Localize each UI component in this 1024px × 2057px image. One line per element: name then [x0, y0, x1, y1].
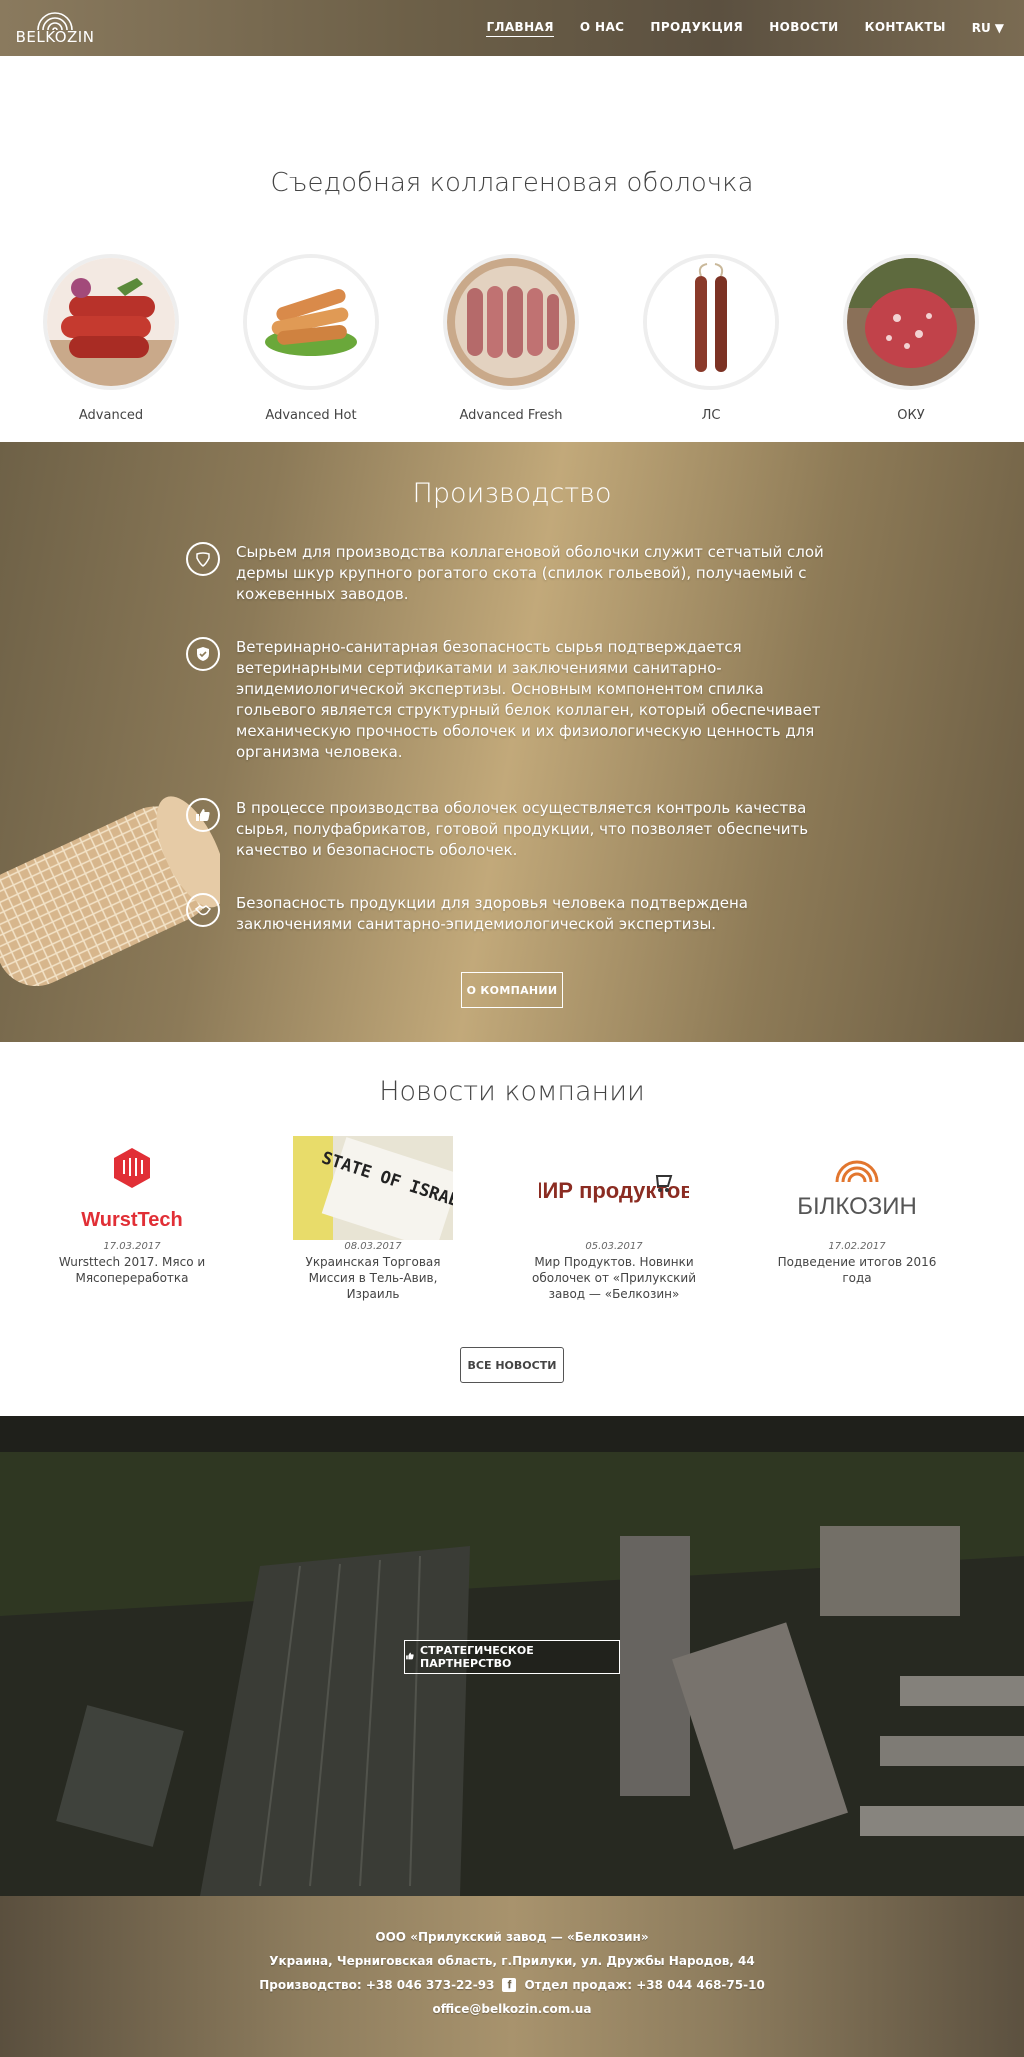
casing-oku[interactable]: ОКУ: [831, 254, 991, 423]
all-news-button[interactable]: ВСЕ НОВОСТИ: [460, 1347, 564, 1383]
news-date: 05.03.2017: [585, 1241, 643, 1252]
production-text: Ветеринарно-санитарная безопасность сырь…: [236, 638, 821, 761]
casing-label: ЛС: [701, 408, 721, 423]
production-title: Производство: [412, 478, 612, 509]
logo-arcs-icon: [37, 12, 73, 30]
casings-title: Съедобная коллагеновая оболочка: [270, 168, 754, 198]
site-footer: ООО «Прилукский завод — «Белкозин» Украи…: [0, 1896, 1024, 2057]
news-title-text: Wursttech 2017. Мясо и Мясопереработка: [58, 1255, 206, 1285]
casing-label: ОКУ: [897, 408, 925, 423]
news-section: Новости компании WurstTech 17.03.2017 Wu…: [0, 1042, 1024, 1416]
casing-advanced-hot[interactable]: Advanced Hot: [231, 254, 391, 423]
news-title: Новости компании: [379, 1076, 645, 1107]
news-thumbnail: БІЛКОЗИН: [777, 1136, 937, 1240]
leather-icon: [186, 542, 220, 576]
production-text: Безопасность продукции для здоровья чело…: [236, 894, 748, 933]
logo-text: BELKOZIN: [15, 28, 95, 46]
news-thumbnail: WurstTech: [52, 1136, 212, 1240]
production-item: В процессе производства оболочек осущест…: [186, 798, 846, 861]
production-item: Безопасность продукции для здоровья чело…: [186, 893, 846, 935]
nav-products[interactable]: ПРОДУКЦИЯ: [650, 20, 743, 36]
casing-image: [643, 254, 779, 390]
production-text: В процессе производства оболочек осущест…: [236, 799, 809, 859]
news-date: 08.03.2017: [344, 1241, 402, 1252]
site-header: BELKOZIN ГЛАВНАЯ О НАС ПРОДУКЦИЯ НОВОСТИ…: [0, 0, 1024, 56]
production-text: Сырьем для производства коллагеновой обо…: [236, 543, 824, 603]
casing-label: Advanced Fresh: [459, 408, 563, 423]
strategic-partnership-button[interactable]: СТРАТЕГИЧЕСКОЕ ПАРТНЕРСТВО: [404, 1640, 620, 1674]
logo[interactable]: BELKOZIN: [10, 10, 100, 46]
casing-label: Advanced: [78, 408, 144, 423]
news-date: 17.02.2017: [828, 1241, 886, 1252]
language-selector[interactable]: RU ▼: [972, 21, 1004, 35]
casing-image: [443, 254, 579, 390]
main-nav: ГЛАВНАЯ О НАС ПРОДУКЦИЯ НОВОСТИ КОНТАКТЫ…: [486, 20, 1014, 37]
casing-advanced[interactable]: Advanced: [31, 254, 191, 423]
casing-ls[interactable]: ЛС: [631, 254, 791, 423]
nav-about[interactable]: О НАС: [580, 20, 625, 36]
aerial-factory-image: СТРАТЕГИЧЕСКОЕ ПАРТНЕРСТВО: [0, 1416, 1024, 1896]
news-card[interactable]: WurstTech 17.03.2017 Wursttech 2017. Мяс…: [47, 1136, 217, 1286]
casing-label: Advanced Hot: [265, 408, 357, 423]
news-logo-text: БІЛКОЗИН: [797, 1193, 917, 1220]
news-title-text: Подведение итогов 2016 года: [777, 1255, 937, 1285]
handshake-icon: [186, 893, 220, 927]
nav-contacts[interactable]: КОНТАКТЫ: [865, 20, 946, 36]
news-title-text: Украинская Торговая Миссия в Тель-Авив, …: [305, 1255, 441, 1301]
casings-section: Съедобная коллагеновая оболочка Advanced: [0, 56, 1024, 442]
production-phone[interactable]: Производство: +38 046 373-22-93: [259, 1978, 494, 1992]
news-title-text: Мир Продуктов. Новинки оболочек от «Прил…: [531, 1255, 697, 1301]
caret-down-icon: ▼: [994, 21, 1004, 35]
casing-image: [243, 254, 379, 390]
news-thumbnail: МИР продуктов: [534, 1136, 694, 1240]
production-item: Сырьем для производства коллагеновой обо…: [186, 542, 846, 605]
footer-address: Украина, Черниговская область, г.Прилуки…: [269, 1954, 755, 1968]
production-item: Ветеринарно-санитарная безопасность сырь…: [186, 637, 846, 763]
news-logo-text: WurstTech: [81, 1209, 183, 1231]
nav-news[interactable]: НОВОСТИ: [769, 20, 838, 36]
footer-company: ООО «Прилукский завод — «Белкозин»: [375, 1930, 649, 1944]
news-card[interactable]: МИР продуктов 05.03.2017 Мир Продуктов. …: [529, 1136, 699, 1302]
casing-image: [43, 254, 179, 390]
production-section: Производство Сырьем для производства кол…: [0, 442, 1024, 1042]
strategic-partnership-label: СТРАТЕГИЧЕСКОЕ ПАРТНЕРСТВО: [420, 1644, 534, 1670]
news-thumbnail: STATE OF ISRAEL: [293, 1136, 453, 1240]
news-card[interactable]: БІЛКОЗИН 17.02.2017 Подведение итогов 20…: [772, 1136, 942, 1286]
facebook-icon[interactable]: f: [502, 1978, 517, 1992]
news-card[interactable]: STATE OF ISRAEL 08.03.2017 Украинская То…: [288, 1136, 458, 1302]
casing-image: [843, 254, 979, 390]
thumbs-up-icon: [186, 798, 220, 832]
shield-check-icon: [186, 637, 220, 671]
footer-email[interactable]: office@belkozin.com.ua: [0, 2002, 1024, 2016]
sales-phone[interactable]: Отдел продаж: +38 044 468-75-10: [524, 1978, 764, 1992]
language-label: RU: [971, 21, 991, 35]
thumbs-up-icon: [405, 1651, 415, 1664]
nav-home[interactable]: ГЛАВНАЯ: [486, 20, 554, 37]
news-date: 17.03.2017: [103, 1241, 161, 1252]
footer-phones: Производство: +38 046 373-22-93 f Отдел …: [0, 1978, 1024, 1992]
casing-advanced-fresh[interactable]: Advanced Fresh: [431, 254, 591, 423]
about-company-button[interactable]: О КОМПАНИИ: [461, 972, 563, 1008]
